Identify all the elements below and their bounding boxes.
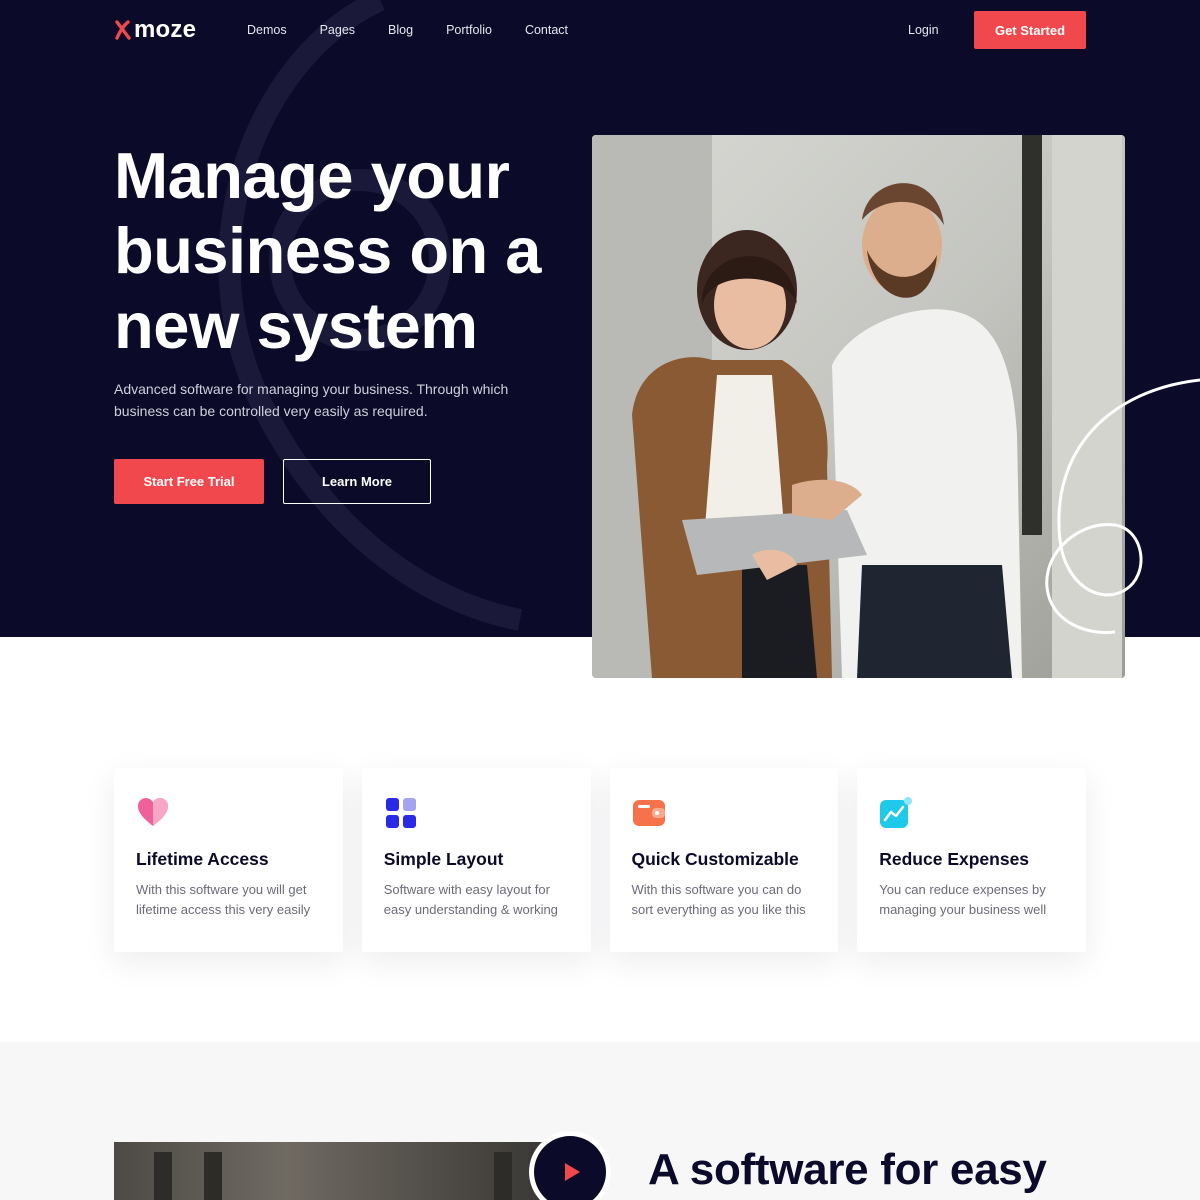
feature-text: Software with easy layout for easy under…	[383, 882, 558, 917]
start-free-trial-button[interactable]: Start Free Trial	[114, 459, 264, 504]
nav-links: Demos Pages Blog Portfolio Contact	[247, 22, 601, 38]
play-button[interactable]	[529, 1131, 611, 1200]
hero-image	[592, 135, 1125, 678]
shelf-decoration	[494, 1152, 512, 1200]
logo-mark-icon	[115, 20, 131, 40]
shelf-decoration	[204, 1152, 222, 1200]
nav-link-blog[interactable]: Blog	[388, 22, 413, 38]
feature-card-quick-customizable: Quick Customizable With this software yo…	[609, 768, 839, 952]
get-started-button[interactable]: Get Started	[974, 11, 1086, 49]
video-thumbnail[interactable]	[114, 1142, 544, 1200]
shelf-decoration	[154, 1152, 172, 1200]
feature-text: With this software you can do sort every…	[631, 882, 806, 917]
feature-title: Simple Layout	[383, 849, 504, 869]
hero-title: Manage your business on a new system	[114, 139, 541, 362]
software-section: A software for easy	[0, 1042, 1200, 1200]
feature-title: Quick Customizable	[631, 849, 799, 869]
section-title: A software for easy	[648, 1145, 1047, 1194]
logo[interactable]: moze	[114, 16, 196, 44]
feature-title: Reduce Expenses	[879, 849, 1030, 869]
nav-link-contact[interactable]: Contact	[525, 22, 568, 38]
feature-card-lifetime-access: Lifetime Access With this software you w…	[114, 768, 343, 952]
heart-icon	[138, 798, 168, 826]
play-icon	[564, 1163, 580, 1181]
play-button-inner	[534, 1136, 606, 1200]
features-section: Lifetime Access With this software you w…	[114, 768, 1086, 952]
feature-text: With this software you will get lifetime…	[136, 882, 311, 917]
login-link[interactable]: Login	[908, 22, 939, 38]
chart-icon	[880, 797, 913, 828]
grid-icon	[385, 798, 416, 828]
feature-title: Lifetime Access	[136, 849, 269, 869]
feature-text: You can reduce expenses by managing your…	[879, 882, 1047, 917]
hero-photo-illustration	[592, 135, 1125, 678]
feature-card-simple-layout: Simple Layout Software with easy layout …	[361, 768, 591, 952]
feature-card-reduce-expenses: Reduce Expenses You can reduce expenses …	[857, 768, 1086, 952]
logo-text: moze	[134, 16, 197, 43]
nav-link-portfolio[interactable]: Portfolio	[446, 22, 492, 38]
wallet-icon	[632, 800, 665, 826]
nav-link-pages[interactable]: Pages	[320, 22, 355, 38]
top-navigation: moze Demos Pages Blog Portfolio Contact …	[0, 0, 1200, 60]
nav-link-demos[interactable]: Demos	[247, 22, 287, 38]
hero-subtitle: Advanced software for managing your busi…	[114, 381, 509, 419]
learn-more-button[interactable]: Learn More	[283, 459, 431, 504]
